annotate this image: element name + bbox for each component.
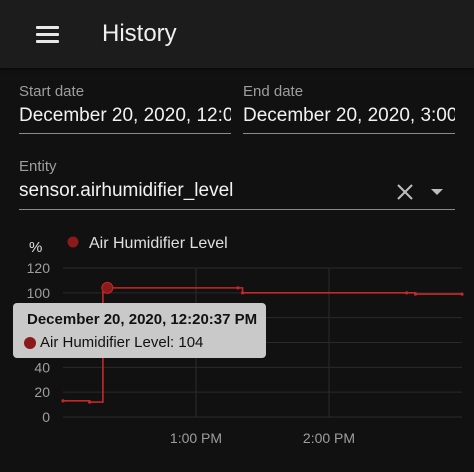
legend-swatch [67, 236, 79, 248]
entity-underline [19, 209, 455, 210]
series-point [88, 400, 92, 404]
start-date-label: Start date [19, 83, 85, 100]
y-tick-label: 120 [27, 260, 51, 276]
x-tick-label: 1:00 PM [170, 430, 222, 446]
entity-label: Entity [19, 158, 57, 175]
end-date-underline [243, 133, 455, 134]
series-point [413, 292, 418, 296]
end-date-value[interactable]: December 20, 2020, 3:00 PM [243, 105, 455, 127]
y-tick-label: 20 [34, 384, 50, 400]
chart-tooltip: December 20, 2020, 12:20:37 PM Air Humid… [13, 303, 266, 358]
y-tick-label: 40 [34, 359, 50, 375]
entity-input[interactable]: sensor.airhumidifier_level [19, 180, 379, 202]
series-point [404, 291, 409, 295]
tooltip-time: December 20, 2020, 12:20:37 PM [27, 311, 258, 328]
tooltip-series-dot [24, 337, 36, 349]
x-tick-label: 2:00 PM [303, 430, 355, 446]
menu-icon[interactable] [36, 26, 60, 44]
y-axis-unit: % [29, 239, 42, 256]
page-title: History [102, 20, 177, 47]
entity-field[interactable]: Entity sensor.airhumidifier_level [19, 158, 455, 210]
end-date-label: End date [243, 83, 304, 100]
start-date-value[interactable]: December 20, 2020, 12:00 PM [19, 105, 231, 127]
close-icon[interactable] [395, 182, 415, 202]
series-point [460, 292, 464, 296]
start-date-underline [19, 133, 231, 134]
y-tick-label: 100 [27, 285, 51, 301]
series-point [61, 399, 65, 403]
highlight-point [101, 281, 114, 294]
caret-down-icon[interactable] [430, 188, 444, 196]
y-tick-label: 0 [42, 409, 50, 425]
series-point [236, 286, 240, 290]
end-date-field[interactable]: End date December 20, 2020, 3:00 PM [243, 83, 455, 134]
series-point [240, 291, 245, 295]
legend-label[interactable]: Air Humidifier Level [89, 235, 228, 252]
start-date-field[interactable]: Start date December 20, 2020, 12:00 PM [19, 83, 231, 134]
app-bar: History [0, 0, 474, 68]
tooltip-value: Air Humidifier Level: 104 [40, 334, 204, 351]
x-axis-ticks: 1:00 PM 2:00 PM [170, 430, 355, 446]
